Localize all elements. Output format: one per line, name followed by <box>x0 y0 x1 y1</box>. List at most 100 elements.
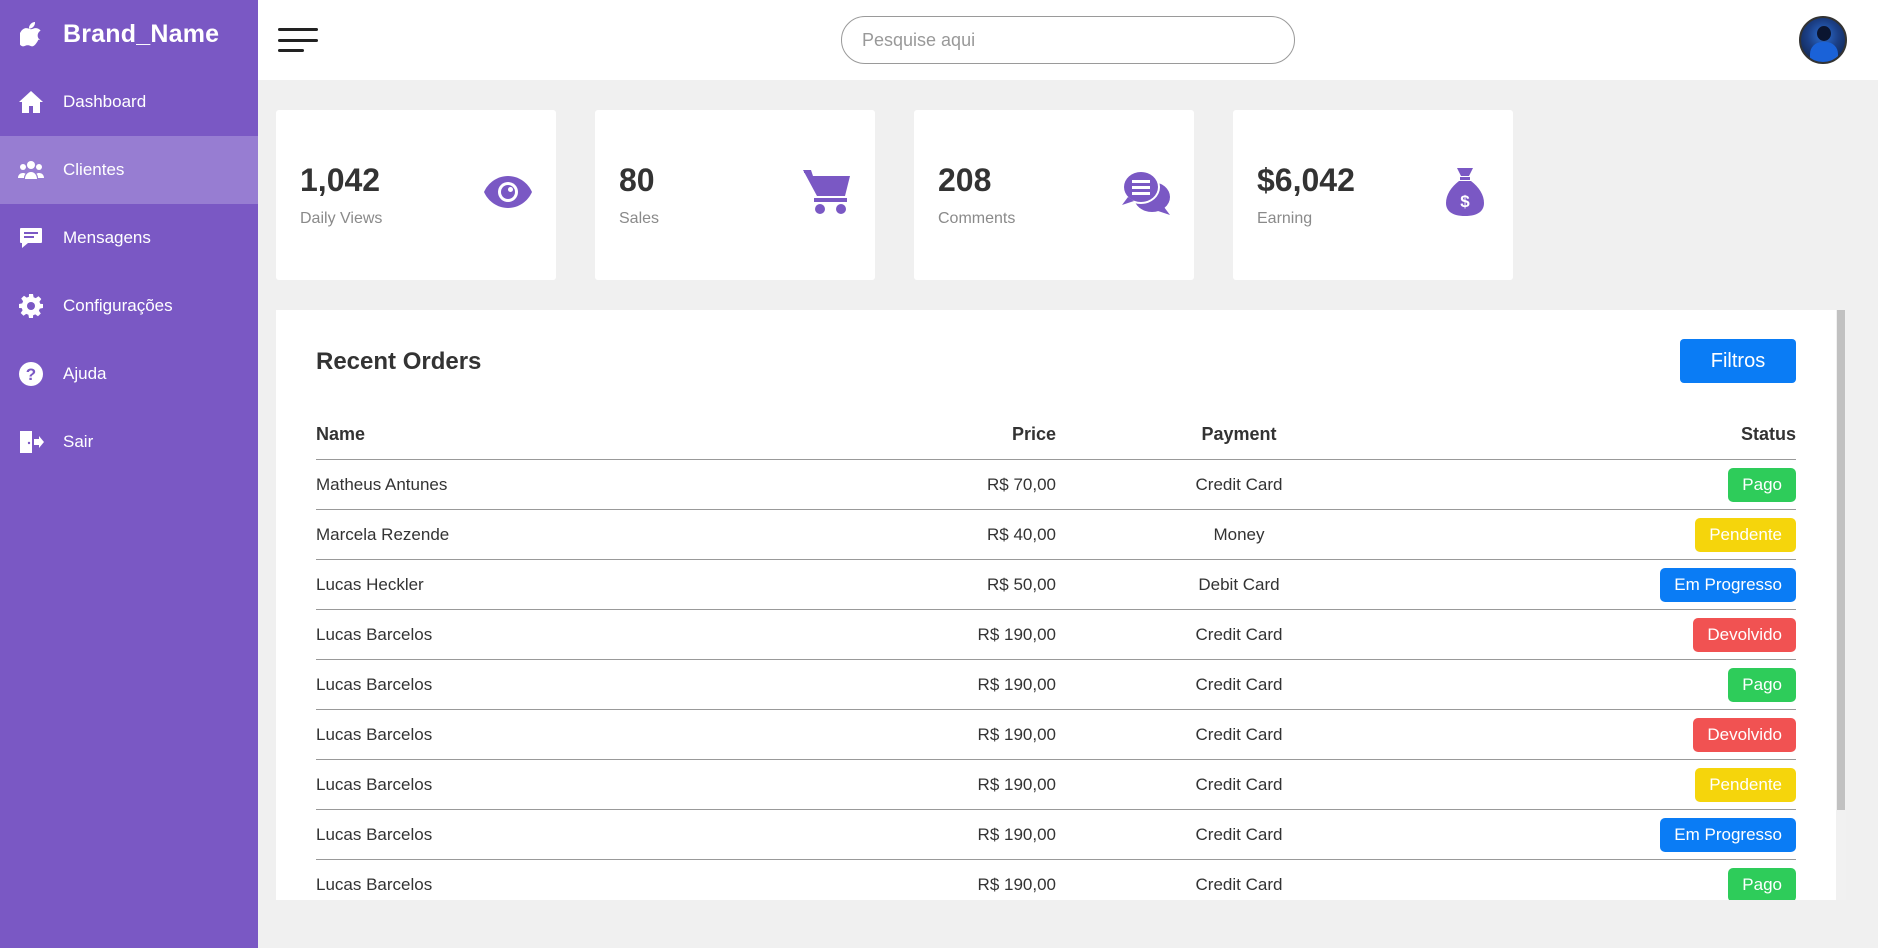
table-row[interactable]: Matheus Antunes R$ 70,00 Credit Card Pago <box>316 460 1796 510</box>
cell-status: Devolvido <box>1422 617 1796 652</box>
status-badge: Devolvido <box>1693 717 1796 752</box>
cell-name: Lucas Heckler <box>316 574 424 594</box>
cell-price: R$ 190,00 <box>977 624 1056 644</box>
table-row[interactable]: Lucas Heckler R$ 50,00 Debit Card Em Progre… <box>316 560 1796 610</box>
apple-icon <box>18 19 44 49</box>
column-header-price: Price <box>1011 424 1056 444</box>
status-badge: Devolvido <box>1693 617 1796 652</box>
cell-name: Lucas Barcelos <box>316 774 433 794</box>
cell-price: R$ 190,00 <box>977 824 1056 844</box>
column-header-status: Status <box>1740 424 1796 444</box>
cell-price: R$ 70,00 <box>987 474 1056 494</box>
stat-caption: Comments <box>938 210 1016 227</box>
cell-status: Pago <box>1422 867 1796 900</box>
sidebar-item-sair[interactable]: Sair <box>0 408 258 476</box>
stat-card-comments: 208 Comments <box>914 110 1194 280</box>
recent-orders-title: Recent Orders <box>316 348 482 375</box>
cell-name: Lucas Barcelos <box>316 874 433 894</box>
stat-caption: Sales <box>619 210 660 227</box>
cell-name: Matheus Antunes <box>316 474 448 494</box>
sidebar-item-label: Dashboard <box>63 92 147 111</box>
cell-payment: Credit Card <box>1195 624 1283 644</box>
sidebar-item-label: Sair <box>63 432 94 451</box>
users-icon <box>18 157 44 183</box>
status-badge: Em Progresso <box>1660 817 1796 852</box>
cell-price: R$ 190,00 <box>977 774 1056 794</box>
stat-value: 80 <box>619 162 655 198</box>
sidebar-item-clientes[interactable]: Clientes <box>0 136 258 204</box>
cell-name: Lucas Barcelos <box>316 824 433 844</box>
sidebar-item-mensagens[interactable]: Mensagens <box>0 204 258 272</box>
comments-icon <box>1120 166 1172 218</box>
logout-icon <box>18 429 44 455</box>
svg-text:$: $ <box>1460 192 1470 211</box>
cell-payment: Credit Card <box>1195 874 1283 894</box>
cell-status: Pago <box>1422 667 1796 702</box>
cell-status: Pendente <box>1422 767 1796 802</box>
brand-name: Brand_Name <box>63 19 220 48</box>
cell-name: Lucas Barcelos <box>316 624 433 644</box>
sidebar-item-dashboard[interactable]: Dashboard <box>0 68 258 136</box>
money-bag-icon: $ <box>1439 166 1491 218</box>
table-row[interactable]: Lucas Barcelos R$ 190,00 Credit Card Pago <box>316 660 1796 710</box>
cell-payment: Credit Card <box>1195 774 1283 794</box>
cell-status: Pendente <box>1422 517 1796 552</box>
status-badge: Pendente <box>1695 767 1796 802</box>
status-badge: Pago <box>1728 667 1796 702</box>
eye-icon <box>482 166 534 218</box>
hamburger-icon[interactable] <box>278 28 318 52</box>
status-badge: Em Progresso <box>1660 567 1796 602</box>
column-header-name: Name <box>316 424 366 444</box>
cell-name: Lucas Barcelos <box>316 724 433 744</box>
cell-price: R$ 40,00 <box>987 524 1056 544</box>
cell-name: Lucas Barcelos <box>316 674 433 694</box>
cell-price: R$ 50,00 <box>987 574 1056 594</box>
brand[interactable]: Brand_Name <box>0 0 258 68</box>
sidebar-item-label: Configurações <box>63 296 173 315</box>
stat-value: 1,042 <box>300 162 381 198</box>
cell-payment: Money <box>1213 524 1265 544</box>
cell-payment: Credit Card <box>1195 824 1283 844</box>
stat-card-sales: 80 Sales <box>595 110 875 280</box>
table-row[interactable]: Lucas Barcelos R$ 190,00 Credit Card Penden… <box>316 760 1796 810</box>
column-header-payment: Payment <box>1201 424 1277 444</box>
sidebar-item-ajuda[interactable]: ? Ajuda <box>0 340 258 408</box>
cell-payment: Credit Card <box>1195 674 1283 694</box>
cell-payment: Credit Card <box>1195 474 1283 494</box>
stat-card-earning: $6,042 Earning $ <box>1233 110 1513 280</box>
scrollbar[interactable] <box>1836 310 1846 900</box>
home-icon <box>18 89 44 115</box>
scrollbar-thumb[interactable] <box>1837 310 1845 810</box>
svg-text:?: ? <box>26 365 36 384</box>
status-badge: Pago <box>1728 867 1796 900</box>
stat-caption: Daily Views <box>300 210 383 227</box>
stat-value: $6,042 <box>1257 162 1355 198</box>
avatar[interactable] <box>1799 16 1847 64</box>
sidebar-item-label: Clientes <box>63 160 125 179</box>
status-badge: Pendente <box>1695 517 1796 552</box>
cell-payment: Debit Card <box>1198 574 1280 594</box>
cell-status: Em Progresso <box>1422 817 1796 852</box>
recent-orders-panel: Recent Orders Filtros Name Price Payment… <box>276 310 1846 900</box>
table-row[interactable]: Lucas Barcelos R$ 190,00 Credit Card Pago <box>316 860 1796 900</box>
cell-price: R$ 190,00 <box>977 724 1056 744</box>
stat-value: 208 <box>938 162 992 198</box>
search-input[interactable] <box>841 16 1295 64</box>
table-row[interactable]: Lucas Barcelos R$ 190,00 Credit Card Devolv… <box>316 610 1796 660</box>
filters-button[interactable]: Filtros <box>1680 339 1796 383</box>
help-icon: ? <box>18 361 44 387</box>
status-badge: Pago <box>1728 467 1796 502</box>
cell-status: Devolvido <box>1422 717 1796 752</box>
sidebar: Brand_Name Dashboard Clientes Mensagens … <box>0 0 258 948</box>
cart-icon <box>801 166 853 218</box>
table-row[interactable]: Lucas Barcelos R$ 190,00 Credit Card Em Pro… <box>316 810 1796 860</box>
stat-caption: Earning <box>1257 210 1313 227</box>
topbar <box>258 0 1878 80</box>
sidebar-item-configuracoes[interactable]: Configurações <box>0 272 258 340</box>
table-row[interactable]: Lucas Barcelos R$ 190,00 Credit Card Devolv… <box>316 710 1796 760</box>
table-header: Name Price Payment Status <box>316 410 1796 460</box>
message-icon <box>18 225 44 251</box>
cell-price: R$ 190,00 <box>977 674 1056 694</box>
cell-status: Em Progresso <box>1422 567 1796 602</box>
table-row[interactable]: Marcela Rezende R$ 40,00 Money Pendente <box>316 510 1796 560</box>
